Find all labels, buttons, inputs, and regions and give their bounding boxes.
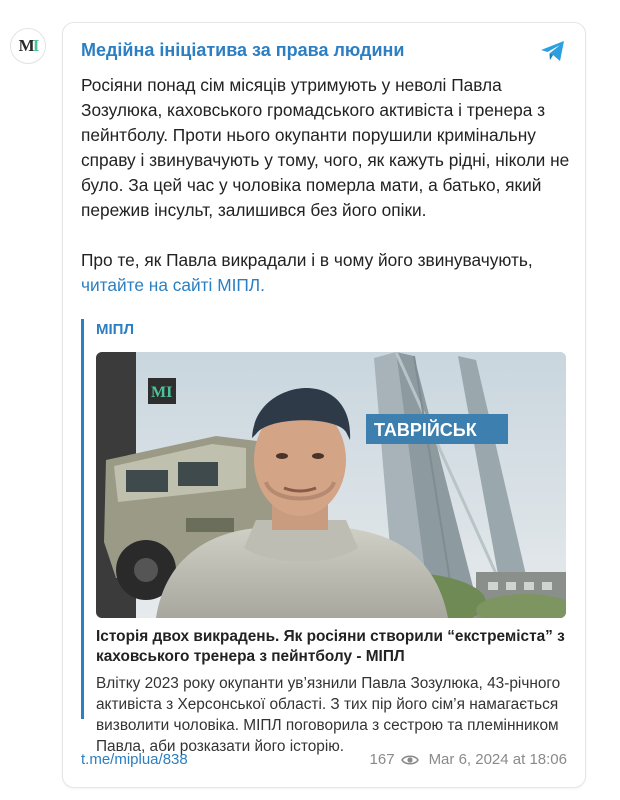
eye-icon [400,754,419,765]
telegram-icon[interactable] [539,38,567,64]
channel-name[interactable]: Медійна ініціатива за права людини [81,40,405,60]
link-preview[interactable]: МІПЛ МІ ТАВРІЙСЬК Історія двох викрадень… [81,319,569,755]
preview-image[interactable]: МІ ТАВРІЙСЬК [96,352,566,618]
svg-text:МІ: МІ [151,384,172,401]
post-paragraph: Росіяни понад сім місяців утримують у не… [81,75,570,220]
post-link[interactable]: t.me/miplua/838 [81,751,188,768]
read-on-site-link[interactable]: читайте на сайті МІПЛ. [81,275,265,295]
post-card: Медійна ініціатива за права людини Росія… [62,22,586,788]
channel-logo: МІ [18,36,40,55]
post-paragraph-text: Про те, як Павла викрадали і в чому його… [81,250,533,270]
preview-title[interactable]: Історія двох викрадень. Як росіяни створ… [96,627,569,667]
post-meta: 167 Mar 6, 2024 at 18:06 [370,751,567,768]
channel-avatar[interactable]: МІ [10,28,46,64]
post-footer: t.me/miplua/838 167 Mar 6, 2024 at 18:06 [81,751,567,771]
preview-description: Влітку 2023 року окупанти ув’язнили Павл… [96,675,561,755]
post-header: Медійна ініціатива за права людини [81,40,567,64]
views-count: 167 [369,751,395,768]
post-paragraph: Про те, як Павла викрадали і в чому його… [81,248,571,298]
town-sign-text: ТАВРІЙСЬК [374,419,478,440]
preview-site-name: МІПЛ [96,321,134,338]
post-text: Росіяни понад сім місяців утримують у не… [81,73,571,298]
post-timestamp: Mar 6, 2024 at 18:06 [428,751,567,768]
preview-photo: МІ ТАВРІЙСЬК [96,352,566,618]
